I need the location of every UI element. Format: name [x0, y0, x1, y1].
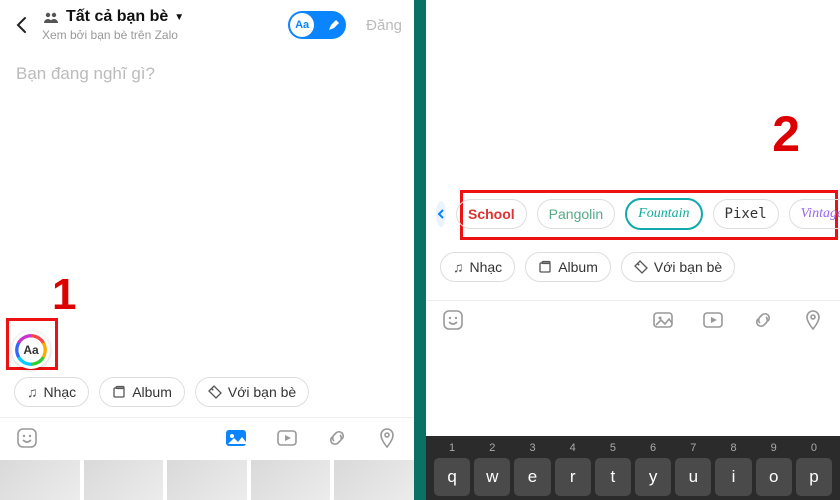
gallery-icon[interactable] [652, 309, 674, 331]
friends-icon [42, 11, 60, 23]
sticker-icon[interactable] [442, 309, 464, 331]
post-button[interactable]: Đăng [366, 17, 402, 34]
attachment-chips: ♫ Nhạc Album Với bạn bè [0, 377, 414, 417]
music-chip[interactable]: ♫ Nhạc [440, 252, 515, 282]
sticker-icon[interactable] [16, 427, 38, 449]
thumbnail[interactable] [251, 460, 331, 500]
key-hint: 5 [593, 442, 633, 454]
font-picker-back-icon[interactable] [436, 201, 446, 227]
thumbnail[interactable] [0, 460, 80, 500]
link-icon[interactable] [752, 309, 774, 331]
gallery-icon[interactable] [224, 426, 248, 450]
annotation-number-1: 1 [52, 270, 76, 320]
font-option-pangolin[interactable]: Pangolin [537, 199, 616, 229]
link-icon[interactable] [326, 427, 348, 449]
key-t[interactable]: t [595, 458, 631, 496]
font-option-school[interactable]: School [456, 199, 527, 229]
font-option-vintage[interactable]: Vintage [789, 199, 840, 229]
keyboard-number-row: 1 2 3 4 5 6 7 8 9 0 [430, 442, 836, 458]
audience-selector[interactable]: Tất cả bạn bè ▼ Xem bởi bạn bè trên Zalo [42, 8, 278, 42]
font-picker-screen: 2 School Pangolin Fountain Pixel Vintage… [426, 0, 840, 500]
video-icon[interactable] [702, 309, 724, 331]
key-hint: 6 [633, 442, 673, 454]
key-u[interactable]: u [675, 458, 711, 496]
photo-thumbnails[interactable] [0, 460, 414, 500]
chip-label: Album [558, 259, 598, 275]
music-chip[interactable]: ♫ Nhạc [14, 377, 89, 407]
composer-input[interactable]: Bạn đang nghĩ gì? [0, 50, 414, 98]
key-hint: 1 [432, 442, 472, 454]
tag-icon [634, 260, 648, 274]
key-hint: 0 [794, 442, 834, 454]
chip-label: Nhạc [44, 384, 77, 400]
chip-label: Nhạc [470, 259, 503, 275]
key-p[interactable]: p [796, 458, 832, 496]
chip-label: Album [132, 384, 172, 400]
album-icon [538, 260, 552, 274]
thumbnail[interactable] [167, 460, 247, 500]
key-w[interactable]: w [474, 458, 510, 496]
key-i[interactable]: i [715, 458, 751, 496]
font-picker-row: School Pangolin Fountain Pixel Vintage [426, 198, 840, 230]
media-toolbar [0, 417, 414, 460]
keyboard-row-1: q w e r t y u i o p [430, 458, 836, 496]
key-hint: 2 [472, 442, 512, 454]
key-hint: 4 [553, 442, 593, 454]
font-style-button[interactable]: Aa [12, 331, 50, 369]
album-chip[interactable]: Album [99, 377, 185, 407]
font-option-pixel[interactable]: Pixel [713, 199, 779, 229]
key-e[interactable]: e [514, 458, 550, 496]
audience-label: Tất cả bạn bè [66, 8, 168, 26]
soft-keyboard[interactable]: 1 2 3 4 5 6 7 8 9 0 q w e r t y u i o p [426, 436, 840, 500]
pen-icon [328, 19, 340, 31]
with-friends-chip[interactable]: Với bạn bè [621, 252, 735, 282]
toggle-aa-label: Aa [290, 13, 314, 37]
key-hint: 8 [713, 442, 753, 454]
back-icon[interactable] [12, 15, 32, 35]
key-hint: 7 [673, 442, 713, 454]
thumbnail[interactable] [84, 460, 164, 500]
media-toolbar [426, 300, 840, 341]
location-icon[interactable] [802, 309, 824, 331]
header: Tất cả bạn bè ▼ Xem bởi bạn bè trên Zalo… [0, 0, 414, 50]
audience-subtitle: Xem bởi bạn bè trên Zalo [42, 28, 278, 42]
attachment-chips: ♫ Nhạc Album Với bạn bè [426, 252, 840, 292]
music-icon: ♫ [453, 259, 464, 275]
tag-icon [208, 385, 222, 399]
key-y[interactable]: y [635, 458, 671, 496]
key-q[interactable]: q [434, 458, 470, 496]
album-chip[interactable]: Album [525, 252, 611, 282]
album-icon [112, 385, 126, 399]
location-icon[interactable] [376, 427, 398, 449]
font-option-fountain[interactable]: Fountain [625, 198, 702, 230]
annotation-number-2: 2 [772, 105, 800, 163]
key-hint: 3 [512, 442, 552, 454]
video-icon[interactable] [276, 427, 298, 449]
chip-label: Với bạn bè [654, 259, 722, 275]
key-hint: 9 [754, 442, 794, 454]
text-mode-toggle[interactable]: Aa [288, 11, 346, 39]
thumbnail[interactable] [334, 460, 414, 500]
key-r[interactable]: r [555, 458, 591, 496]
key-o[interactable]: o [756, 458, 792, 496]
aa-label: Aa [23, 343, 38, 357]
with-friends-chip[interactable]: Với bạn bè [195, 377, 309, 407]
bottom-toolbar-area: Aa ♫ Nhạc Album Với bạn bè [0, 323, 414, 500]
chevron-down-icon: ▼ [174, 12, 184, 23]
chip-label: Với bạn bè [228, 384, 296, 400]
music-icon: ♫ [27, 384, 38, 400]
compose-post-screen: Tất cả bạn bè ▼ Xem bởi bạn bè trên Zalo… [0, 0, 414, 500]
